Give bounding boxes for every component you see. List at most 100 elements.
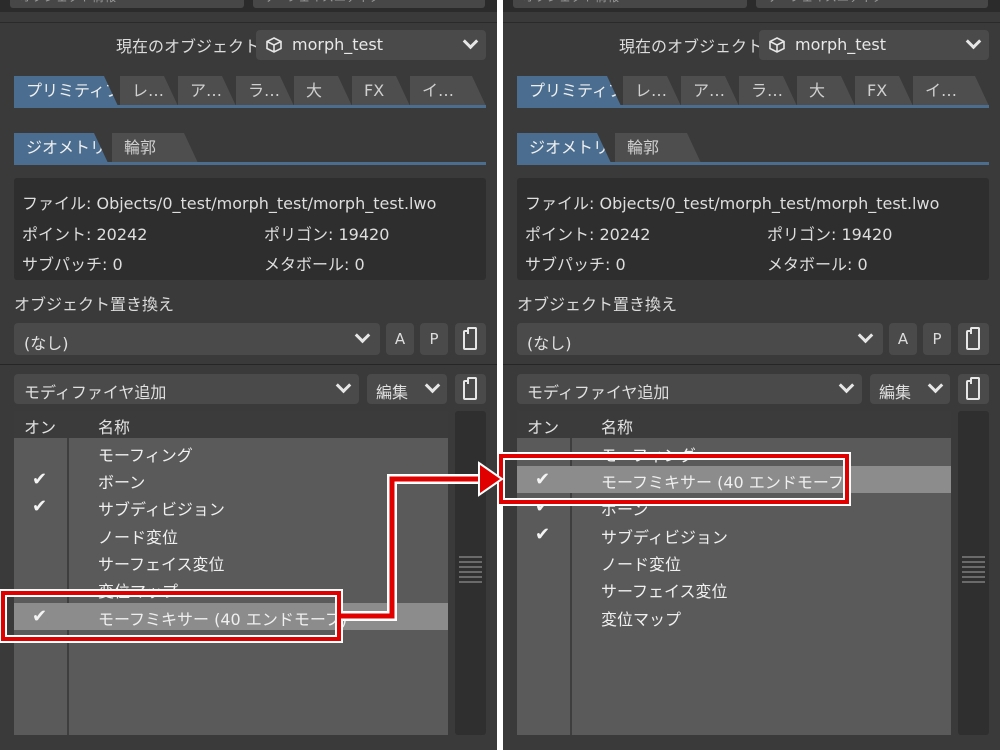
file-path: ファイル: Objects/0_test/morph_test/morph_te… [22,194,437,213]
tab-outline[interactable]: 輪郭 [112,133,198,163]
p-button[interactable]: P [923,323,951,355]
clipboard-button[interactable] [958,323,989,355]
chevron-down-icon [965,33,982,50]
table-row[interactable]: 変位マップ [14,575,448,602]
subpatch-count: サブパッチ: 0 [525,255,626,274]
tab-fx[interactable]: FX [855,76,913,106]
sub-tabs: ジオメトリ 輪郭 [14,133,214,163]
table-row[interactable]: ✔ サブディビジョン [517,521,951,548]
table-row[interactable]: サーフェイス変位 [517,575,951,602]
table-row[interactable]: 変位マップ [517,603,951,630]
chevron-down-icon [927,377,944,394]
edit-dropdown[interactable]: 編集 [870,374,950,404]
tab-geometry[interactable]: ジオメトリ [14,133,108,163]
current-object-label: 現在のオブジェクト [116,37,261,56]
on-column-header[interactable]: オン [24,414,56,438]
checkmark-icon[interactable]: ✔ [535,524,550,545]
a-button[interactable]: A [386,323,414,355]
clipboard-button[interactable] [455,374,486,404]
current-object-label: 現在のオブジェクト [619,37,764,56]
p-button[interactable]: P [420,323,448,355]
subtab-underline [517,162,989,165]
tab-a[interactable]: ア… [178,76,236,106]
table-row[interactable]: ✔ ボーン [517,493,951,520]
tab-fx[interactable]: FX [352,76,410,106]
checkmark-icon[interactable]: ✔ [32,469,47,490]
tab-dai[interactable]: 大 [294,76,352,106]
add-modifier-label: モディファイヤ追加 [24,383,167,402]
tab-primitive[interactable]: プリミティブ [14,76,118,106]
tab-re[interactable]: レ… [623,76,681,106]
name-column-header[interactable]: 名称 [98,414,130,438]
subtab-underline [14,162,486,165]
clipboard-icon [966,377,980,400]
polygons-count: ポリゴン: 19420 [264,225,390,244]
table-row[interactable]: ノード変位 [517,548,951,575]
checkmark-icon[interactable]: ✔ [535,496,550,517]
main-tabs: プリミティブ レ… ア… ラ… 大 FX イ… [14,76,486,106]
modifier-name: サブディビジョン [601,528,728,547]
tab-a[interactable]: ア… [681,76,739,106]
current-object-select[interactable]: morph_test [759,30,989,60]
tab-outline[interactable]: 輪郭 [615,133,701,163]
replace-object-select[interactable]: (なし) [14,323,380,355]
object-info-button[interactable]: オブジェクト情報 [513,0,747,8]
table-row[interactable]: モーフィング [14,439,448,466]
scroll-grip-icon[interactable] [962,556,985,586]
modifier-name: ボーン [98,473,146,492]
tab-dai[interactable]: 大 [797,76,855,106]
checkmark-icon[interactable]: ✔ [535,469,550,490]
current-object-value: morph_test [292,35,383,54]
a-button[interactable]: A [889,323,917,355]
chevron-down-icon [424,377,441,394]
table-row-selected[interactable]: ✔ モーフミキサー (40 エンドモーフ) [517,466,951,493]
top-button-strip: オブジェクト情報 サーフェイスエディタ [503,0,1000,12]
on-column-header[interactable]: オン [527,414,559,438]
surface-editor-button[interactable]: サーフェイスエディタ [253,0,485,8]
tab-i[interactable]: イ… [913,76,989,106]
tab-i[interactable]: イ… [410,76,486,106]
tab-re[interactable]: レ… [120,76,178,106]
modifier-name: モーフィング [601,446,696,465]
clipboard-button[interactable] [958,374,989,404]
tab-ra[interactable]: ラ… [236,76,294,106]
table-row[interactable]: サーフェイス変位 [14,548,448,575]
scrollbar[interactable] [455,411,486,735]
checkmark-icon[interactable]: ✔ [32,496,47,517]
properties-panel-before: オブジェクト情報 サーフェイスエディタ 現在のオブジェクト morph_test… [0,0,497,750]
add-modifier-select[interactable]: モディファイヤ追加 [14,374,359,404]
points-count: ポイント: 20242 [22,225,148,244]
name-column-header[interactable]: 名称 [601,414,633,438]
modifier-name: サーフェイス変位 [601,582,728,601]
add-modifier-select[interactable]: モディファイヤ追加 [517,374,862,404]
scrollbar[interactable] [958,411,989,735]
scroll-grip-icon[interactable] [459,556,482,586]
chevron-down-icon [838,377,855,394]
properties-panel-after: オブジェクト情報 サーフェイスエディタ 現在のオブジェクト morph_test… [503,0,1000,750]
edit-dropdown[interactable]: 編集 [367,374,447,404]
subpatch-count: サブパッチ: 0 [22,255,123,274]
table-row[interactable]: ✔ ボーン [14,466,448,493]
edit-label: 編集 [376,383,409,402]
table-row-selected[interactable]: ✔ モーフミキサー (40 エンドモーフ) [14,603,448,630]
clipboard-button[interactable] [455,323,486,355]
table-row[interactable]: モーフィング [517,439,951,466]
checkmark-icon[interactable]: ✔ [32,606,47,627]
metaball-count: メタボール: 0 [767,255,868,274]
replace-object-select[interactable]: (なし) [517,323,883,355]
tab-geometry[interactable]: ジオメトリ [517,133,611,163]
modifier-name: サーフェイス変位 [98,555,225,574]
tab-ra[interactable]: ラ… [739,76,797,106]
modifier-name: モーフミキサー (40 エンドモーフ) [98,610,348,629]
current-object-select[interactable]: morph_test [256,30,486,60]
object-info-button[interactable]: オブジェクト情報 [10,0,244,8]
surface-editor-button[interactable]: サーフェイスエディタ [756,0,988,8]
tab-underline [517,105,989,108]
add-modifier-label: モディファイヤ追加 [527,383,670,402]
modifier-name: 変位マップ [98,582,179,601]
table-row[interactable]: ✔ サブディビジョン [14,493,448,520]
modifier-name: モーフィング [98,446,193,465]
table-row[interactable]: ノード変位 [14,521,448,548]
modifier-name: ボーン [601,500,649,519]
tab-primitive[interactable]: プリミティブ [517,76,621,106]
